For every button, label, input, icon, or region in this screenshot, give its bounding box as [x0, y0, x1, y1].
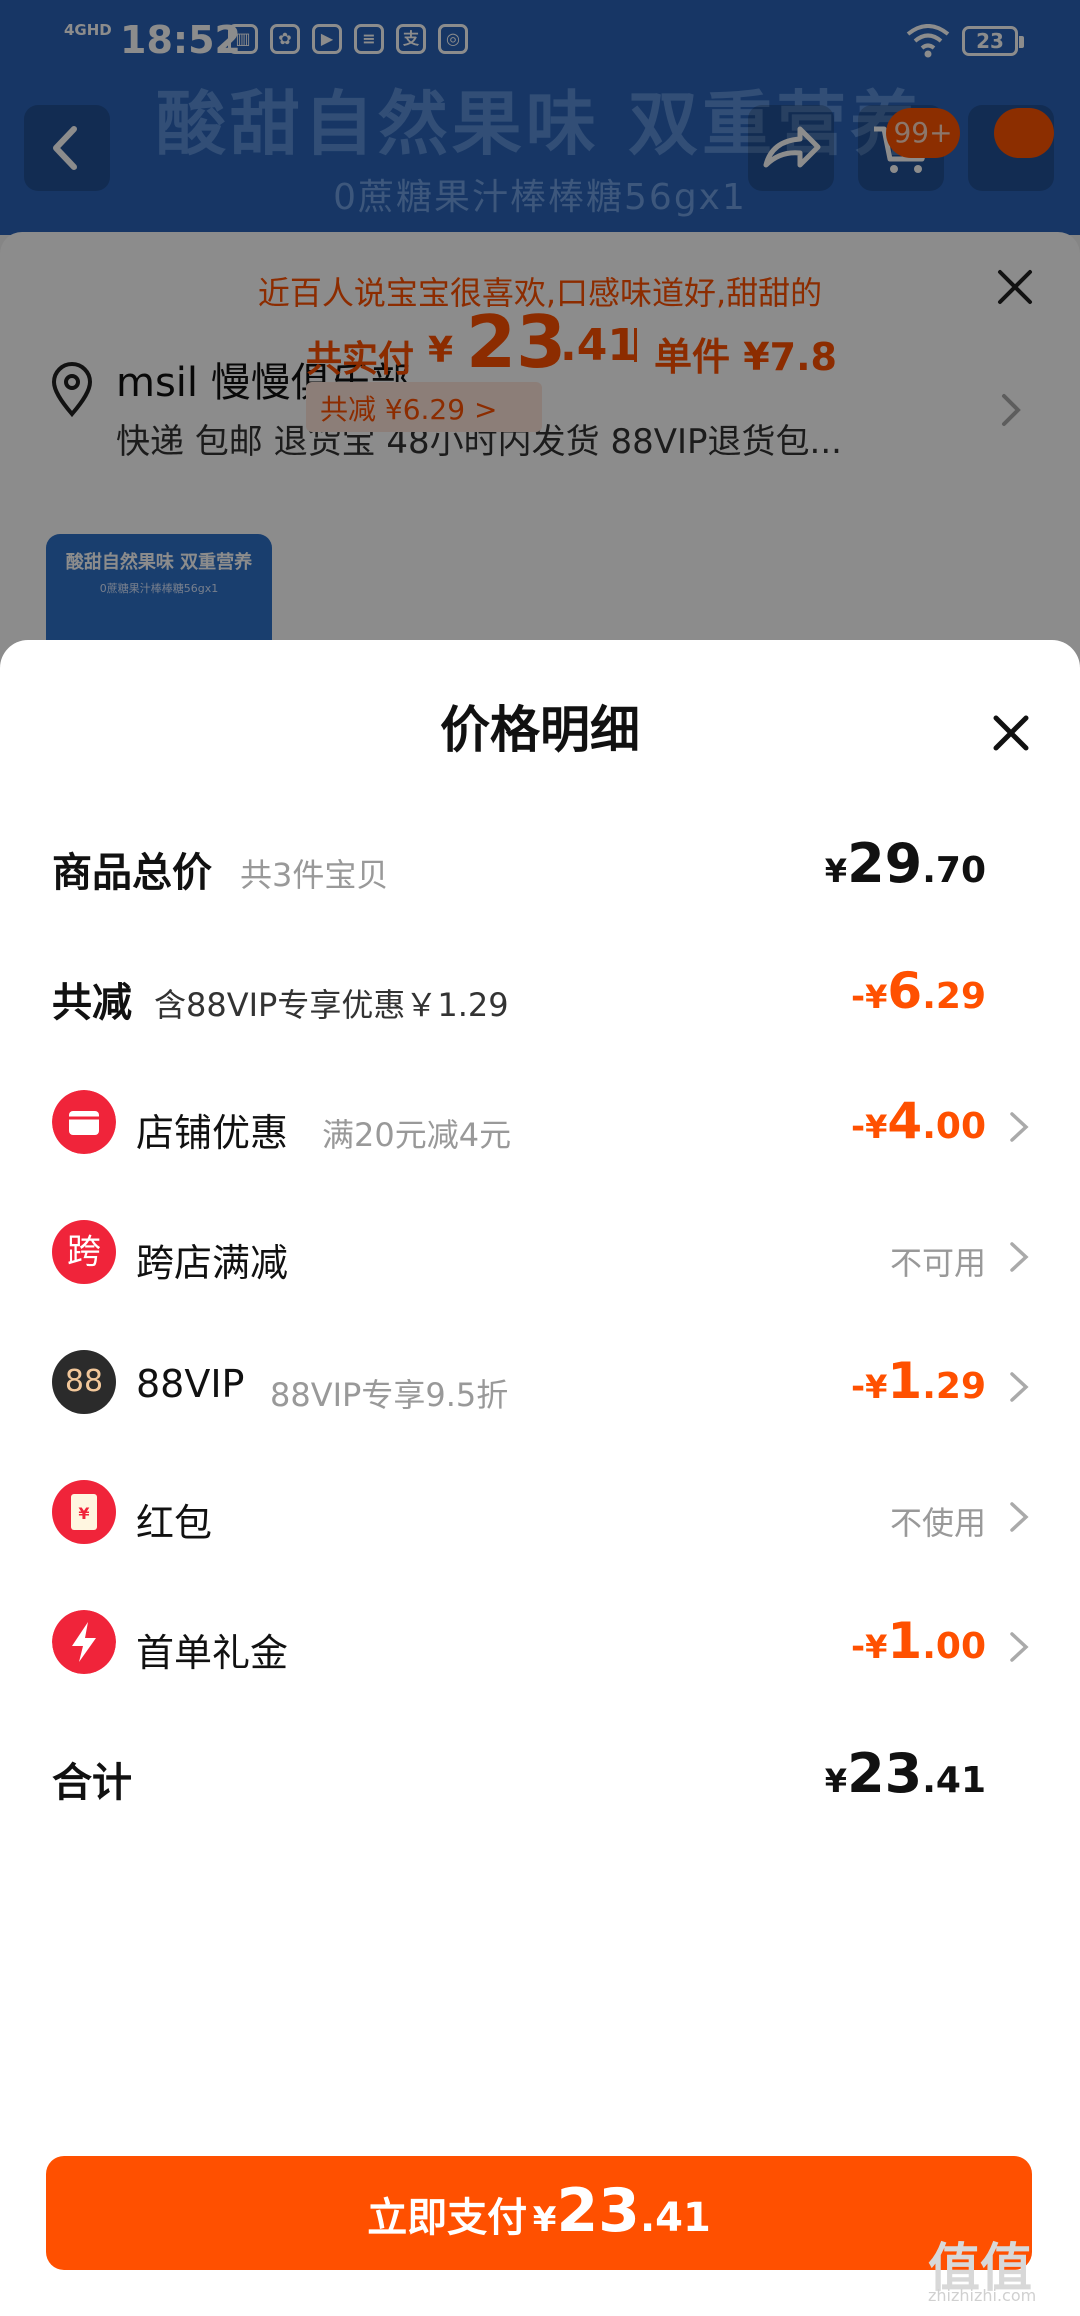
pay-now-button[interactable]: 立即支付 ¥23.41: [46, 2156, 1032, 2270]
pay-button-decimal: .41: [639, 2195, 711, 2241]
watermark-url: zhizhizhi.com: [928, 2286, 1037, 2305]
cross-store-icon: 跨: [52, 1220, 116, 1284]
chevron-right-icon: [1010, 1502, 1029, 1532]
row-amount: ¥23.41: [824, 1742, 986, 1805]
row-first-order-gift[interactable]: 首单礼金 -¥1.00: [0, 1600, 1080, 1690]
row-sub: 含88VIP专享优惠￥1.29: [154, 986, 509, 1024]
price-detail-sheet: 价格明细 商品总价 共3件宝贝 ¥29.70 共减 含88VIP专享优惠￥1.2…: [0, 640, 1080, 2316]
row-shop-discount[interactable]: 店铺优惠 满20元减4元 -¥4.00: [0, 1080, 1080, 1170]
row-sub: 88VIP专享9.5折: [270, 1376, 509, 1414]
row-total-discount: 共减 含88VIP专享优惠￥1.29 -¥6.29: [0, 950, 1080, 1040]
row-grand-total: 合计 ¥23.41: [0, 1730, 1080, 1820]
shop-icon: [52, 1090, 116, 1154]
row-label: 合计: [52, 1760, 132, 1806]
row-sub: 满20元减4元: [322, 1116, 512, 1154]
chevron-right-icon: [1010, 1112, 1029, 1142]
row-label: 88VIP: [136, 1362, 245, 1406]
row-amount: -¥1.29: [851, 1352, 986, 1410]
row-label: 跨店满减: [136, 1241, 289, 1285]
vip88-icon: 88: [52, 1350, 116, 1414]
row-amount: ¥29.70: [824, 832, 986, 895]
row-amount: -¥6.29: [851, 962, 986, 1020]
sheet-title: 价格明细: [440, 701, 640, 759]
row-label: 红包: [136, 1501, 213, 1545]
row-cross-store[interactable]: 跨 跨店满减 不可用: [0, 1210, 1080, 1300]
row-status: 不可用: [889, 1244, 986, 1282]
chevron-right-icon: [1010, 1632, 1029, 1662]
chevron-right-icon: [1010, 1372, 1029, 1402]
row-88vip[interactable]: 88 88VIP 88VIP专享9.5折 -¥1.29: [0, 1340, 1080, 1430]
red-envelope-icon: ¥: [52, 1480, 116, 1544]
row-sub: 共3件宝贝: [240, 856, 389, 894]
pay-button-label: 立即支付: [367, 2195, 528, 2241]
pay-button-integer: 23: [556, 2176, 640, 2246]
row-label: 共减: [52, 980, 132, 1026]
row-label: 店铺优惠: [136, 1111, 289, 1155]
lightning-icon: [52, 1610, 116, 1674]
row-amount: -¥1.00: [851, 1612, 986, 1670]
row-goods-total: 商品总价 共3件宝贝 ¥29.70: [0, 820, 1080, 910]
row-status: 不使用: [889, 1504, 986, 1542]
pay-button-currency: ¥: [532, 2200, 557, 2240]
row-red-envelope[interactable]: ¥ 红包 不使用: [0, 1470, 1080, 1560]
row-label: 商品总价: [52, 850, 212, 896]
chevron-right-icon: [1010, 1242, 1029, 1272]
row-amount: -¥4.00: [851, 1092, 986, 1150]
row-label: 首单礼金: [136, 1631, 289, 1675]
close-icon[interactable]: [984, 706, 1038, 760]
